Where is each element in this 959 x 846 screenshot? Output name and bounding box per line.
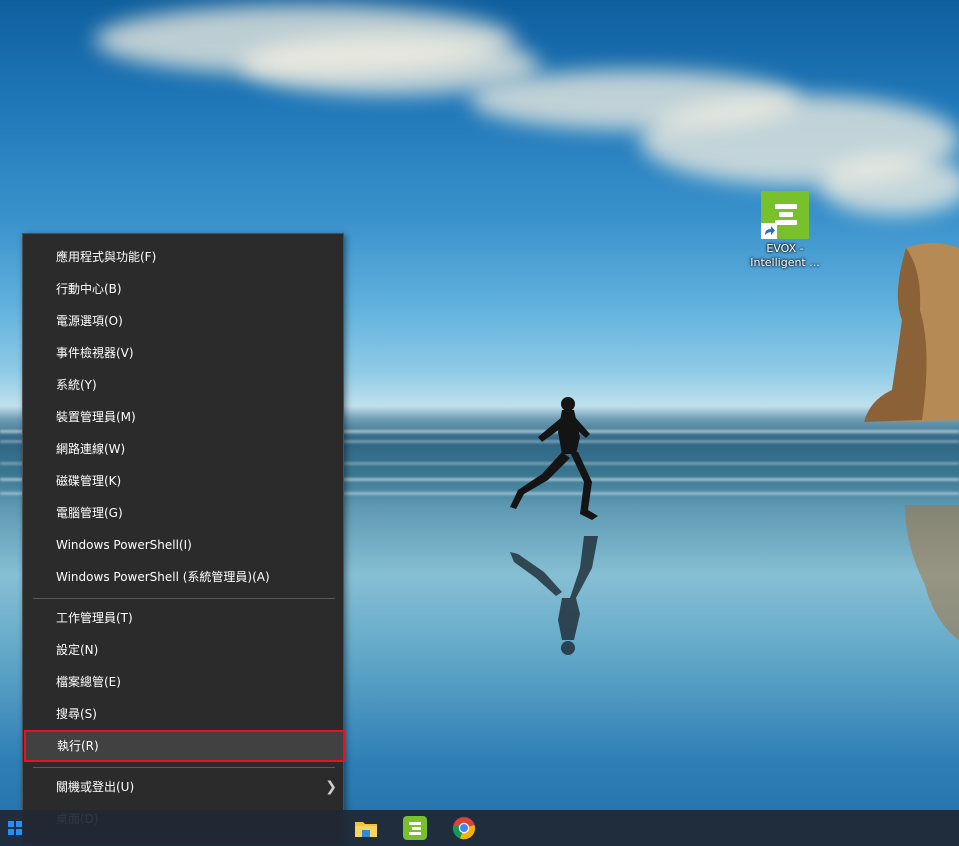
evox-icon[interactable] — [403, 816, 427, 840]
menu-item-label: 關機或登出(U) — [56, 780, 135, 794]
menu-separator — [33, 767, 335, 768]
menu-item-action-center[interactable]: 行動中心(B) — [23, 273, 345, 305]
cliff-reflection — [905, 505, 959, 641]
start-icon[interactable] — [8, 821, 22, 835]
menu-item-powershell[interactable]: Windows PowerShell(I) — [23, 529, 345, 561]
chrome-icon[interactable] — [452, 816, 476, 840]
file-explorer-icon[interactable] — [354, 816, 378, 840]
menu-item-apps-and-features[interactable]: 應用程式與功能(F) — [23, 241, 345, 273]
shortcut-arrow-icon — [761, 223, 777, 239]
menu-item-computer-management[interactable]: 電腦管理(G) — [23, 497, 345, 529]
menu-item-settings[interactable]: 設定(N) — [23, 634, 345, 666]
menu-item-run[interactable]: 執行(R) — [24, 730, 345, 762]
cloud — [820, 155, 959, 215]
runner-silhouette — [510, 397, 598, 520]
menu-item-power-options[interactable]: 電源選項(O) — [23, 305, 345, 337]
chevron-right-icon: ❯ — [325, 779, 337, 795]
menu-item-device-manager[interactable]: 裝置管理員(M) — [23, 401, 345, 433]
menu-item-event-viewer[interactable]: 事件檢視器(V) — [23, 337, 345, 369]
menu-item-powershell-admin[interactable]: Windows PowerShell (系統管理員)(A) — [23, 561, 345, 593]
menu-item-disk-management[interactable]: 磁碟管理(K) — [23, 465, 345, 497]
menu-item-shutdown-or-signout[interactable]: 關機或登出(U) ❯ — [23, 771, 345, 803]
menu-item-file-explorer[interactable]: 檔案總管(E) — [23, 666, 345, 698]
menu-item-search[interactable]: 搜尋(S) — [23, 698, 345, 730]
desktop-icon-label: EVOX - Intelligent ... — [750, 242, 820, 269]
evox-app-icon — [761, 191, 809, 239]
menu-separator — [33, 598, 335, 599]
taskbar — [0, 810, 959, 846]
menu-item-network-connections[interactable]: 網路連線(W) — [23, 433, 345, 465]
desktop-icon-evox[interactable]: EVOX - Intelligent ... — [748, 191, 822, 270]
runner-reflection — [510, 536, 598, 655]
menu-item-system[interactable]: 系統(Y) — [23, 369, 345, 401]
cliff-rock — [864, 243, 959, 422]
winx-context-menu: 應用程式與功能(F) 行動中心(B) 電源選項(O) 事件檢視器(V) 系統(Y… — [22, 233, 345, 843]
menu-item-task-manager[interactable]: 工作管理員(T) — [23, 602, 345, 634]
